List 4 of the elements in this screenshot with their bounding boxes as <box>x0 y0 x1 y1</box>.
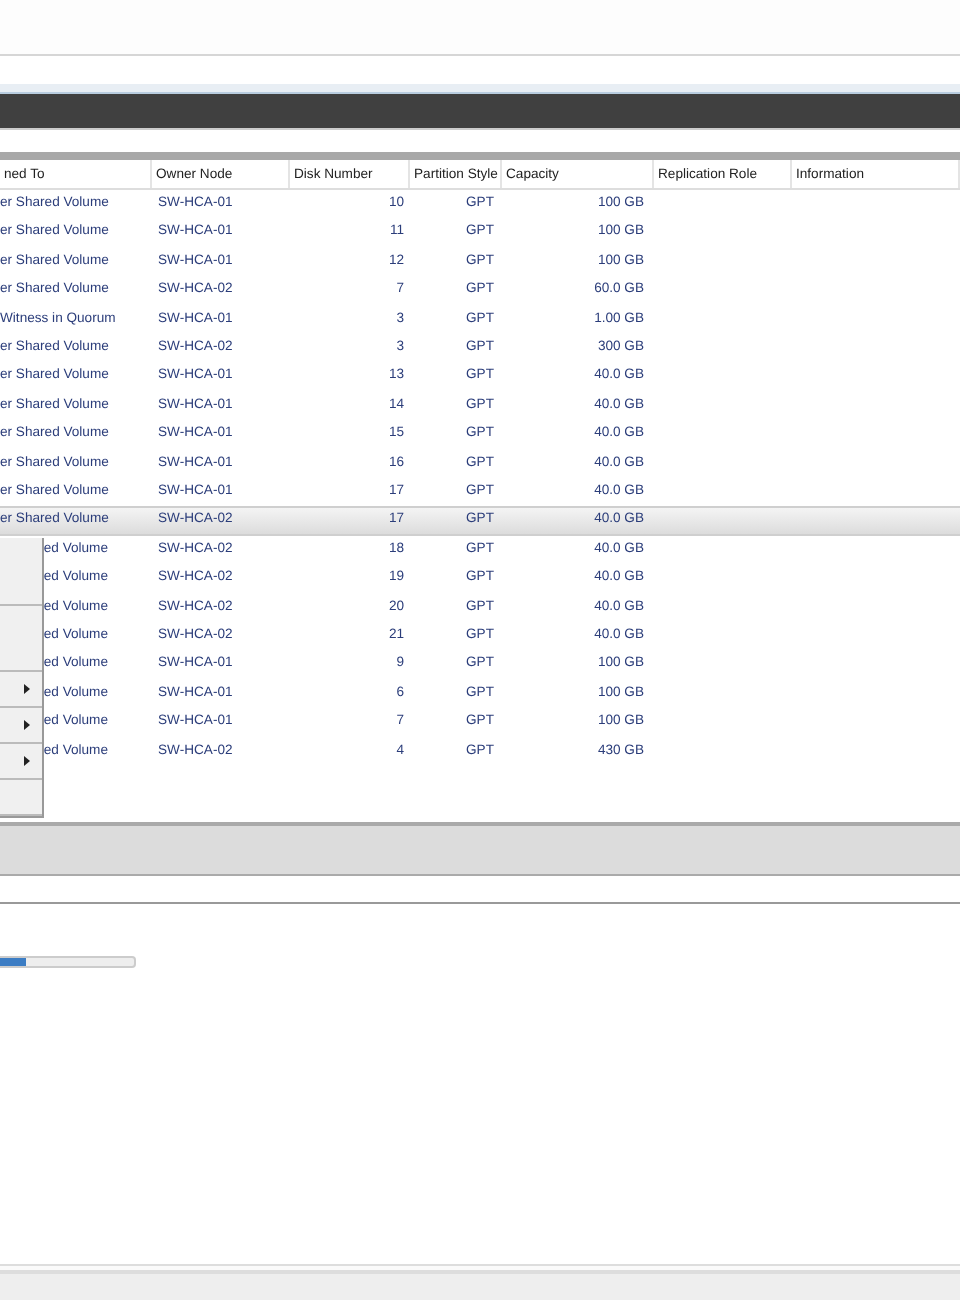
submenu-arrow-icon[interactable] <box>24 684 30 694</box>
submenu-arrow-icon[interactable] <box>24 720 30 730</box>
progress-bar <box>0 956 136 968</box>
submenu-arrow-icon[interactable] <box>24 756 30 766</box>
